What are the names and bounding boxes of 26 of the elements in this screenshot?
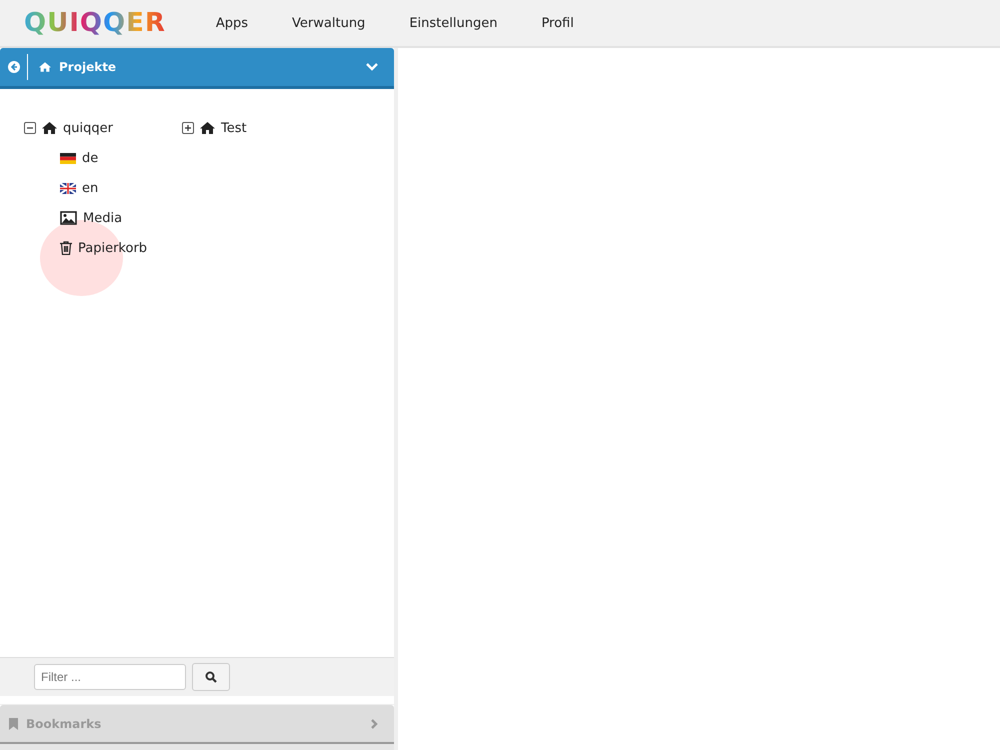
- search-icon: [205, 671, 217, 683]
- tree-item[interactable]: quiqqer: [24, 113, 182, 143]
- image-icon: [60, 211, 77, 225]
- tree-item[interactable]: Media: [60, 203, 182, 233]
- menu-item[interactable]: Verwaltung: [270, 16, 388, 30]
- tree-item[interactable]: Test: [182, 113, 340, 143]
- home-icon: [200, 122, 215, 134]
- collapse-icon[interactable]: [24, 122, 36, 134]
- bookmark-icon: [9, 718, 18, 730]
- back-icon[interactable]: [8, 61, 20, 73]
- tree-item[interactable]: de: [60, 143, 182, 173]
- search-button[interactable]: [192, 663, 230, 691]
- home-icon: [39, 62, 51, 72]
- menu-item[interactable]: Profil: [519, 16, 596, 30]
- flag-icon: [60, 152, 76, 164]
- menu-item[interactable]: Einstellungen: [387, 16, 520, 30]
- expand-icon[interactable]: [182, 122, 194, 134]
- filter-field[interactable]: Filter ...: [34, 664, 186, 690]
- home-icon: [42, 122, 57, 134]
- menu-item[interactable]: Apps: [194, 16, 270, 30]
- tree-item[interactable]: Papierkorb: [60, 233, 182, 263]
- panel-title: Projekte: [59, 60, 118, 74]
- tree-item[interactable]: en: [60, 173, 182, 203]
- flag-icon: [60, 182, 76, 194]
- panel-title: Bookmarks: [26, 716, 102, 730]
- trash-icon: [60, 241, 72, 255]
